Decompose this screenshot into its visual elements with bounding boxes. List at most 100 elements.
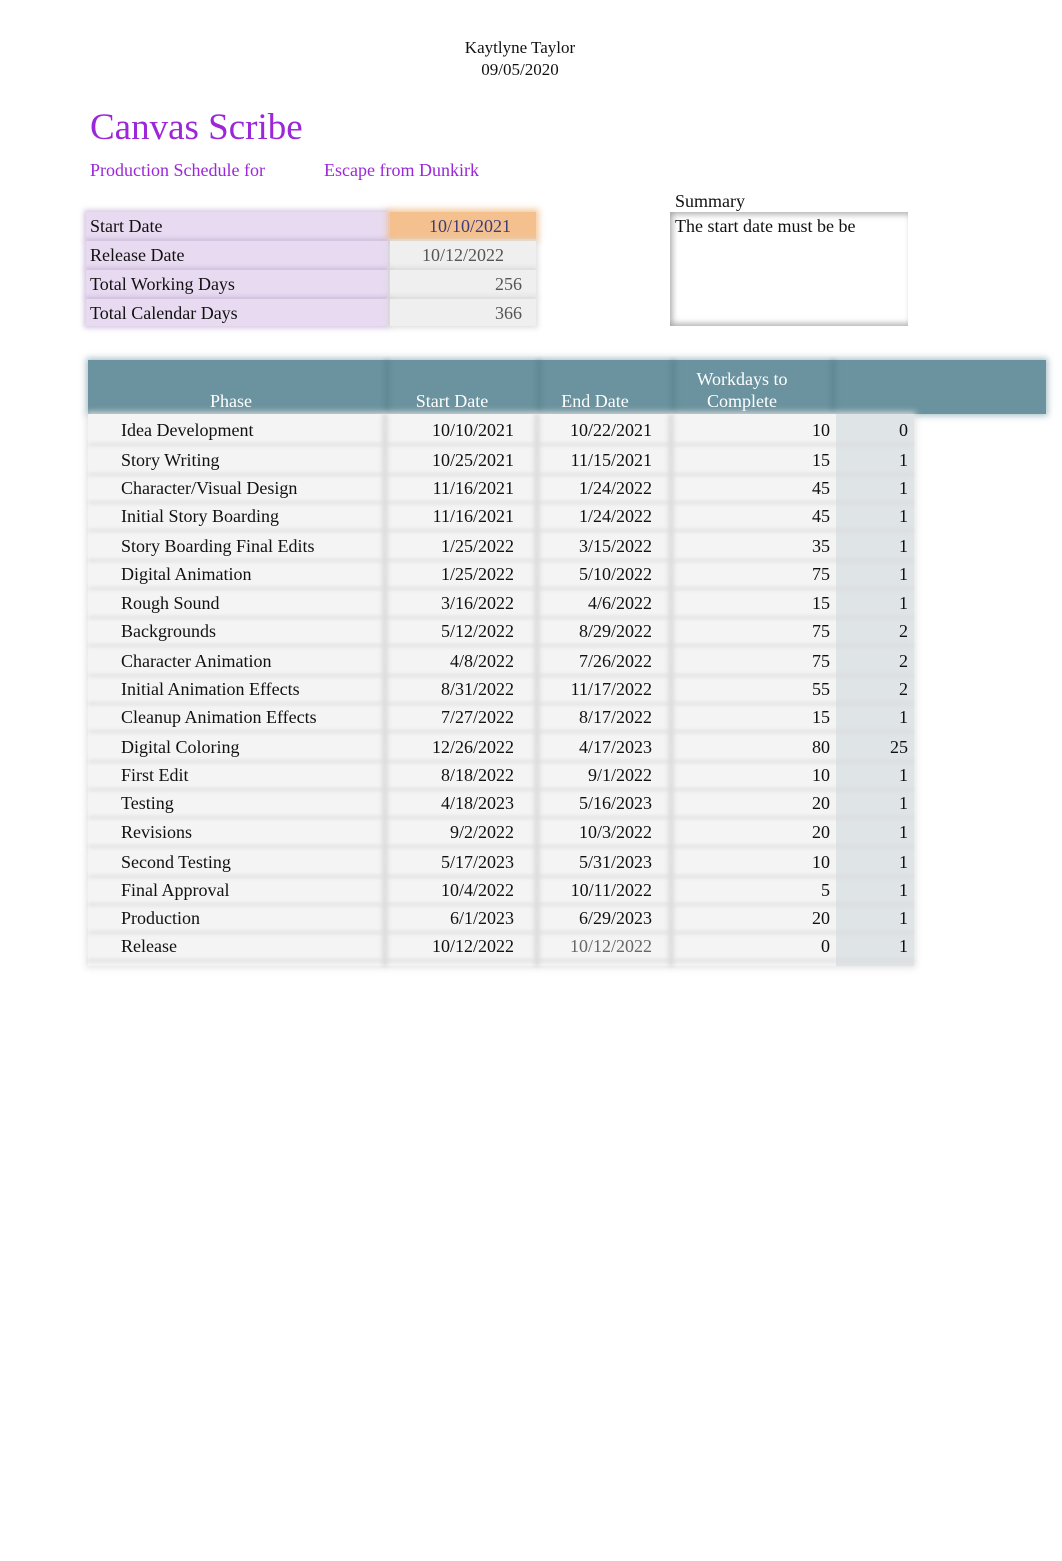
end-date-cell[interactable]: 5/16/2023 bbox=[538, 789, 652, 817]
end-date-cell[interactable]: 11/15/2021 bbox=[538, 446, 652, 474]
start-date-cell[interactable]: 8/31/2022 bbox=[388, 675, 514, 703]
end-date-cell[interactable]: 3/15/2022 bbox=[538, 532, 652, 560]
end-date-cell[interactable]: 9/1/2022 bbox=[538, 761, 652, 789]
end-date-cell[interactable]: 6/29/2023 bbox=[538, 904, 652, 932]
end-date-cell[interactable]: 11/17/2022 bbox=[538, 675, 652, 703]
phase-cell[interactable]: First Edit bbox=[121, 761, 189, 789]
phase-cell[interactable]: Character/Visual Design bbox=[121, 474, 297, 502]
extra-value-cell[interactable]: 1 bbox=[848, 904, 908, 932]
extra-value-cell[interactable]: 1 bbox=[848, 789, 908, 817]
workdays-cell[interactable]: 0 bbox=[688, 932, 830, 960]
end-date-cell[interactable]: 8/29/2022 bbox=[538, 617, 652, 645]
extra-value-cell[interactable]: 2 bbox=[848, 617, 908, 645]
extra-value-cell[interactable]: 0 bbox=[848, 416, 908, 444]
phase-cell[interactable]: Initial Animation Effects bbox=[121, 675, 300, 703]
release-date-label: Release Date bbox=[86, 241, 388, 268]
start-date-cell[interactable]: 4/18/2023 bbox=[388, 789, 514, 817]
workdays-cell[interactable]: 55 bbox=[688, 675, 830, 703]
phase-cell[interactable]: Revisions bbox=[121, 818, 192, 846]
phase-cell[interactable]: Rough Sound bbox=[121, 589, 220, 617]
extra-value-cell[interactable]: 1 bbox=[848, 848, 908, 876]
phase-cell[interactable]: Cleanup Animation Effects bbox=[121, 703, 317, 731]
start-date-cell[interactable]: 9/2/2022 bbox=[388, 818, 514, 846]
start-date-cell[interactable]: 11/16/2021 bbox=[388, 474, 514, 502]
start-date-input[interactable]: 10/10/2021 bbox=[390, 212, 536, 239]
phase-cell[interactable]: Initial Story Boarding bbox=[121, 502, 279, 530]
workdays-cell[interactable]: 15 bbox=[688, 703, 830, 731]
phase-cell[interactable]: Digital Animation bbox=[121, 560, 252, 588]
phase-cell[interactable]: Release bbox=[121, 932, 177, 960]
phase-cell[interactable]: Digital Coloring bbox=[121, 733, 240, 761]
start-date-cell[interactable]: 10/12/2022 bbox=[388, 932, 514, 960]
end-date-cell[interactable]: 1/24/2022 bbox=[538, 474, 652, 502]
summary-text[interactable]: The start date must be be bbox=[675, 215, 855, 237]
extra-value-cell[interactable]: 25 bbox=[848, 733, 908, 761]
end-date-cell[interactable]: 5/31/2023 bbox=[538, 848, 652, 876]
start-date-cell[interactable]: 1/25/2022 bbox=[388, 560, 514, 588]
extra-value-cell[interactable]: 1 bbox=[848, 876, 908, 904]
end-date-cell[interactable]: 7/26/2022 bbox=[538, 647, 652, 675]
start-date-cell[interactable]: 11/16/2021 bbox=[388, 502, 514, 530]
extra-value-cell[interactable]: 1 bbox=[848, 560, 908, 588]
extra-value-cell[interactable]: 1 bbox=[848, 474, 908, 502]
end-date-cell[interactable]: 10/11/2022 bbox=[538, 876, 652, 904]
workdays-cell[interactable]: 75 bbox=[688, 560, 830, 588]
workdays-cell[interactable]: 20 bbox=[688, 904, 830, 932]
workdays-cell[interactable]: 35 bbox=[688, 532, 830, 560]
start-date-cell[interactable]: 12/26/2022 bbox=[388, 733, 514, 761]
end-date-cell[interactable]: 1/24/2022 bbox=[538, 502, 652, 530]
extra-value-cell[interactable]: 1 bbox=[848, 703, 908, 731]
workdays-cell[interactable]: 15 bbox=[688, 589, 830, 617]
workdays-cell[interactable]: 20 bbox=[688, 818, 830, 846]
start-date-cell[interactable]: 10/4/2022 bbox=[388, 876, 514, 904]
extra-value-cell[interactable]: 1 bbox=[848, 932, 908, 960]
workdays-cell[interactable]: 45 bbox=[688, 474, 830, 502]
extra-value-cell[interactable]: 2 bbox=[848, 647, 908, 675]
end-date-cell[interactable]: 8/17/2022 bbox=[538, 703, 652, 731]
workdays-cell[interactable]: 15 bbox=[688, 446, 830, 474]
phase-cell[interactable]: Character Animation bbox=[121, 647, 271, 675]
start-date-cell[interactable]: 5/12/2022 bbox=[388, 617, 514, 645]
start-date-cell[interactable]: 4/8/2022 bbox=[388, 647, 514, 675]
end-date-cell[interactable]: 10/22/2021 bbox=[538, 416, 652, 444]
extra-value-cell[interactable]: 2 bbox=[848, 675, 908, 703]
workdays-cell[interactable]: 75 bbox=[688, 647, 830, 675]
workdays-cell[interactable]: 20 bbox=[688, 789, 830, 817]
start-date-cell[interactable]: 10/25/2021 bbox=[388, 446, 514, 474]
end-date-cell[interactable]: 10/3/2022 bbox=[538, 818, 652, 846]
phase-cell[interactable]: Final Approval bbox=[121, 876, 230, 904]
extra-value-cell[interactable]: 1 bbox=[848, 502, 908, 530]
start-date-cell[interactable]: 8/18/2022 bbox=[388, 761, 514, 789]
extra-value-cell[interactable]: 1 bbox=[848, 818, 908, 846]
start-date-cell[interactable]: 10/10/2021 bbox=[388, 416, 514, 444]
extra-value-cell[interactable]: 1 bbox=[848, 589, 908, 617]
workdays-cell[interactable]: 45 bbox=[688, 502, 830, 530]
phase-cell[interactable]: Idea Development bbox=[121, 416, 253, 444]
phase-cell[interactable]: Story Boarding Final Edits bbox=[121, 532, 315, 560]
extra-value-cell[interactable]: 1 bbox=[848, 761, 908, 789]
start-date-cell[interactable]: 1/25/2022 bbox=[388, 532, 514, 560]
workdays-cell[interactable]: 10 bbox=[688, 416, 830, 444]
phase-cell[interactable]: Backgrounds bbox=[121, 617, 216, 645]
start-date-cell[interactable]: 7/27/2022 bbox=[388, 703, 514, 731]
end-date-cell[interactable]: 4/17/2023 bbox=[538, 733, 652, 761]
workdays-cell[interactable]: 5 bbox=[688, 876, 830, 904]
end-date-cell[interactable]: 4/6/2022 bbox=[538, 589, 652, 617]
start-date-cell[interactable]: 5/17/2023 bbox=[388, 848, 514, 876]
phase-cell[interactable]: Second Testing bbox=[121, 848, 231, 876]
workdays-cell[interactable]: 80 bbox=[688, 733, 830, 761]
start-date-cell[interactable]: 3/16/2022 bbox=[388, 589, 514, 617]
workdays-cell[interactable]: 75 bbox=[688, 617, 830, 645]
extra-value-cell[interactable]: 1 bbox=[848, 446, 908, 474]
end-date-cell[interactable]: 5/10/2022 bbox=[538, 560, 652, 588]
start-date-cell[interactable]: 6/1/2023 bbox=[388, 904, 514, 932]
phase-cell[interactable]: Testing bbox=[121, 789, 174, 817]
table-row: Testing 4/18/2023 5/16/2023 20 1 bbox=[88, 789, 914, 817]
end-date-cell[interactable]: 10/12/2022 bbox=[538, 932, 652, 960]
phase-cell[interactable]: Production bbox=[121, 904, 200, 932]
release-date-value: 10/12/2022 bbox=[390, 241, 536, 268]
phase-cell[interactable]: Story Writing bbox=[121, 446, 219, 474]
workdays-cell[interactable]: 10 bbox=[688, 761, 830, 789]
extra-value-cell[interactable]: 1 bbox=[848, 532, 908, 560]
workdays-cell[interactable]: 10 bbox=[688, 848, 830, 876]
